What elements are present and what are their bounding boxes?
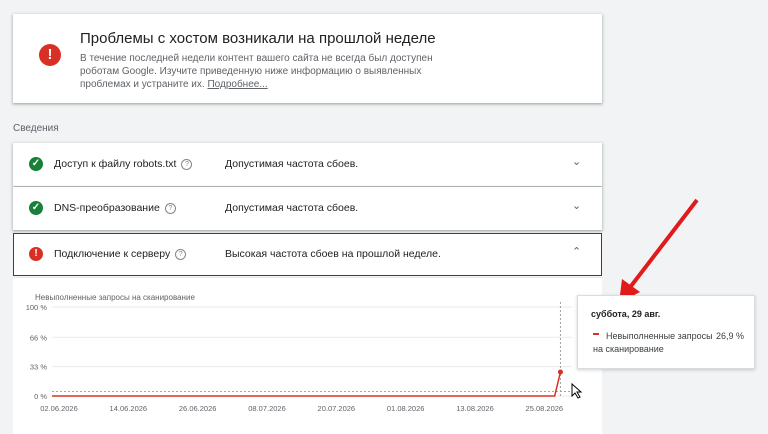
tooltip-date: суббота, 29 авг. bbox=[591, 309, 661, 319]
chart-panel: Невыполненные запросы на сканирование bbox=[13, 277, 602, 434]
alert-body: В течение последней недели контент вашег… bbox=[80, 52, 440, 91]
arrow-line bbox=[626, 198, 699, 292]
row-server-connection[interactable]: ! Подключение к серверу? Высокая частота… bbox=[13, 233, 602, 276]
row-status: Допустимая частота сбоев. bbox=[225, 202, 359, 214]
learn-more-link[interactable]: Подробнее... bbox=[207, 79, 267, 90]
row-name: Доступ к файлу robots.txt? bbox=[54, 158, 193, 170]
check-icon: ✓ bbox=[29, 157, 43, 171]
chevron-down-icon[interactable]: ⌄ bbox=[572, 155, 581, 168]
alert-title: Проблемы с хостом возникали на прошлой н… bbox=[80, 30, 436, 47]
row-status: Высокая частота сбоев на прошлой неделе. bbox=[225, 248, 441, 260]
row-robots-txt[interactable]: ✓ Доступ к файлу robots.txt? Допустимая … bbox=[13, 143, 602, 186]
tooltip-value: 26,9 % bbox=[715, 331, 744, 341]
chart-title: Невыполненные запросы на сканирование bbox=[35, 293, 195, 302]
row-dns[interactable]: ✓ DNS-преобразование? Допустимая частота… bbox=[13, 187, 602, 230]
error-icon: ! bbox=[29, 247, 43, 261]
host-problem-alert: ! Проблемы с хостом возникали на прошлой… bbox=[13, 14, 602, 103]
mouse-cursor-icon bbox=[571, 383, 583, 399]
chevron-up-icon[interactable]: ⌃ bbox=[572, 245, 581, 258]
row-name: DNS-преобразование? bbox=[54, 202, 176, 214]
row-status: Допустимая частота сбоев. bbox=[225, 158, 359, 170]
row-name: Подключение к серверу? bbox=[54, 248, 187, 260]
error-icon: ! bbox=[39, 44, 61, 66]
tooltip-series: Невыполненные запросы на сканирование bbox=[593, 331, 713, 354]
help-icon[interactable]: ? bbox=[181, 159, 193, 170]
help-icon[interactable]: ? bbox=[164, 203, 176, 214]
check-icon: ✓ bbox=[29, 201, 43, 215]
help-icon[interactable]: ? bbox=[175, 249, 187, 260]
chevron-down-icon[interactable]: ⌄ bbox=[572, 199, 581, 212]
chart-tooltip: суббота, 29 авг. Невыполненные запросы н… bbox=[577, 295, 755, 369]
section-label: Сведения bbox=[13, 123, 59, 134]
